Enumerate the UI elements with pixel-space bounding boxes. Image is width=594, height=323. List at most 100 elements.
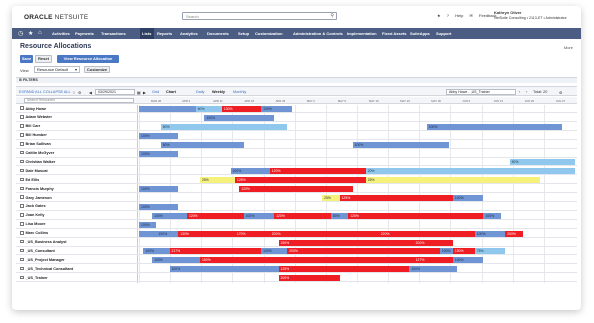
nav-transactions[interactable]: Transactions xyxy=(101,31,126,36)
expand-row-icon[interactable] xyxy=(20,106,24,110)
customize-button[interactable]: Customize xyxy=(84,66,110,73)
allocation-bar[interactable]: 120% xyxy=(274,212,331,219)
nav-setup[interactable]: Setup xyxy=(238,31,249,36)
allocation-bar[interactable]: 50% xyxy=(195,106,222,112)
nav-activities[interactable]: Activities xyxy=(52,31,70,36)
allocation-bar[interactable]: 50% xyxy=(509,159,575,166)
date-field[interactable]: 03/29/2021 xyxy=(95,89,135,95)
allocation-bar[interactable]: 150% xyxy=(200,257,414,264)
allocation-bar[interactable]: 100% xyxy=(261,106,292,112)
allocation-bar[interactable]: 100% xyxy=(156,230,179,237)
allocation-bar[interactable]: 170% xyxy=(234,230,270,237)
expand-row-icon[interactable] xyxy=(20,168,24,173)
daily-scale-toggle[interactable]: Daily xyxy=(196,90,204,94)
feedback-icon[interactable]: ✉ xyxy=(469,13,472,18)
allocation-bar[interactable]: 100% xyxy=(139,221,157,228)
nav-analytics[interactable]: Analytics xyxy=(180,31,198,36)
prev-date-icon[interactable]: ◀ xyxy=(89,90,92,95)
netsuite-logo[interactable]: ORACLE NETSUITE xyxy=(24,14,88,21)
allocation-bar[interactable]: 150% xyxy=(452,248,475,255)
allocation-bar[interactable]: 100% xyxy=(261,248,288,255)
resource-row[interactable]: _US_Consultant 100% 217% 100% 200% 100% 150% 75… xyxy=(16,247,577,256)
view-select[interactable]: Resource Default ▾ xyxy=(34,66,80,73)
expand-row-icon[interactable] xyxy=(20,159,24,164)
global-search-input[interactable]: Search ⚲ xyxy=(182,12,337,20)
allocation-bar[interactable]: 120% xyxy=(269,168,366,175)
expand-all-link[interactable]: EXPAND ALL xyxy=(19,90,42,94)
allocation-bar[interactable]: 200% xyxy=(505,230,523,237)
allocation-bar[interactable]: 100% xyxy=(139,186,179,193)
chart-view-toggle[interactable]: Chart xyxy=(166,90,176,94)
allocation-bar[interactable]: 100% xyxy=(152,212,187,219)
allocation-bar[interactable]: 100% xyxy=(152,257,201,264)
allocation-bar[interactable]: 25% xyxy=(200,177,235,184)
expand-row-icon[interactable] xyxy=(20,124,24,128)
expand-row-icon[interactable] xyxy=(20,257,24,262)
allocation-bar[interactable]: 100% xyxy=(139,150,179,157)
allocation-bar[interactable]: 75% xyxy=(474,248,506,255)
prev-resource-icon[interactable]: ‹ xyxy=(519,90,520,94)
allocation-bar[interactable]: 100% xyxy=(474,230,506,237)
allocation-bar[interactable]: 130% xyxy=(178,230,235,237)
nav-support[interactable]: Support xyxy=(436,31,451,36)
help-label[interactable]: Help xyxy=(455,13,463,18)
allocation-bar[interactable]: 100% xyxy=(352,141,449,148)
expand-row-icon[interactable] xyxy=(20,266,24,271)
help-icon[interactable]: ? xyxy=(447,13,449,18)
allocation-bar[interactable]: 125% xyxy=(278,266,410,273)
allocation-bar[interactable]: 100% xyxy=(143,248,170,255)
allocation-bar[interactable]: 100% xyxy=(452,195,484,201)
resource-row[interactable]: _US_Business Analyst 150% 200% xyxy=(16,239,577,247)
allocation-bar[interactable]: 220% xyxy=(378,230,475,237)
allocation-bar[interactable]: 100% xyxy=(230,168,270,175)
allocation-bar[interactable]: 100% xyxy=(483,212,501,219)
allocation-bar[interactable]: 100% xyxy=(439,248,453,255)
resource-row[interactable]: Lisa Moore 100% xyxy=(16,221,577,229)
nav-documents[interactable]: Documents xyxy=(207,31,229,36)
allocation-bar[interactable]: 20% xyxy=(365,168,575,175)
nav-implementation[interactable]: Implementation xyxy=(347,31,377,36)
allocation-bar[interactable] xyxy=(139,230,157,237)
save-button[interactable]: Save xyxy=(20,55,33,63)
allocation-bar[interactable]: 100% xyxy=(204,114,275,121)
settings-icon[interactable]: ⚙ xyxy=(559,90,562,95)
expand-row-icon[interactable] xyxy=(20,222,24,226)
allocation-bar[interactable]: 125% xyxy=(234,177,366,184)
expand-row-icon[interactable] xyxy=(20,186,24,191)
allocation-bar[interactable]: 100% xyxy=(426,123,562,130)
home-icon[interactable]: ⌂ xyxy=(38,30,42,36)
allocation-bar[interactable]: 127% xyxy=(413,257,453,264)
expand-row-icon[interactable] xyxy=(20,133,24,137)
allocation-bar[interactable]: 100% xyxy=(139,132,179,139)
allocation-bar[interactable]: 200% xyxy=(413,239,453,246)
resource-row[interactable]: Christian Walker 50% xyxy=(16,158,577,167)
more-link[interactable]: More xyxy=(564,45,573,50)
allocation-bar[interactable]: 125% xyxy=(339,195,453,201)
nav-suiteapps[interactable]: SuiteApps xyxy=(410,31,430,36)
user-menu[interactable]: Kathryn Oliver NetSuite Consulting • 211… xyxy=(494,10,567,20)
history-icon[interactable]: ◷ xyxy=(18,30,23,37)
resource-row[interactable]: Bill Carr 50% 100% xyxy=(16,123,577,131)
expand-row-icon[interactable] xyxy=(20,150,24,155)
allocation-bar[interactable]: 217% xyxy=(169,248,262,255)
resource-row[interactable]: Caitlin McGyver 100% xyxy=(16,150,577,158)
allocation-bar[interactable]: 100% xyxy=(169,266,279,273)
view-resource-allocation-button[interactable]: View Resource Allocation xyxy=(57,55,119,63)
calendar-icon[interactable]: ▦ xyxy=(137,90,141,95)
resource-row[interactable]: _US_Technical Consultant 100% 125% 100% xyxy=(16,265,577,274)
allocation-bar[interactable]: 100% xyxy=(452,257,484,264)
people-icon[interactable]: ☃ xyxy=(72,90,75,95)
allocation-bar[interactable]: 120% xyxy=(186,212,244,219)
expand-row-icon[interactable] xyxy=(20,231,24,235)
weekly-scale-toggle[interactable]: Weekly xyxy=(212,90,225,94)
allocation-bar[interactable]: 25% xyxy=(365,177,541,184)
allocation-bar[interactable]: 80% xyxy=(330,212,349,219)
allocation-bar[interactable]: 80% xyxy=(160,141,244,148)
nav-customization[interactable]: Customization xyxy=(255,31,283,36)
allocation-bar[interactable]: 130% xyxy=(221,106,262,112)
favorites-icon[interactable]: ★ xyxy=(28,30,33,37)
resource-row[interactable]: Adam Webster 100% xyxy=(16,114,577,122)
reset-button[interactable]: Reset xyxy=(35,55,52,63)
allocation-bar[interactable]: 200% xyxy=(278,275,340,282)
next-resource-icon[interactable]: › xyxy=(526,90,527,94)
